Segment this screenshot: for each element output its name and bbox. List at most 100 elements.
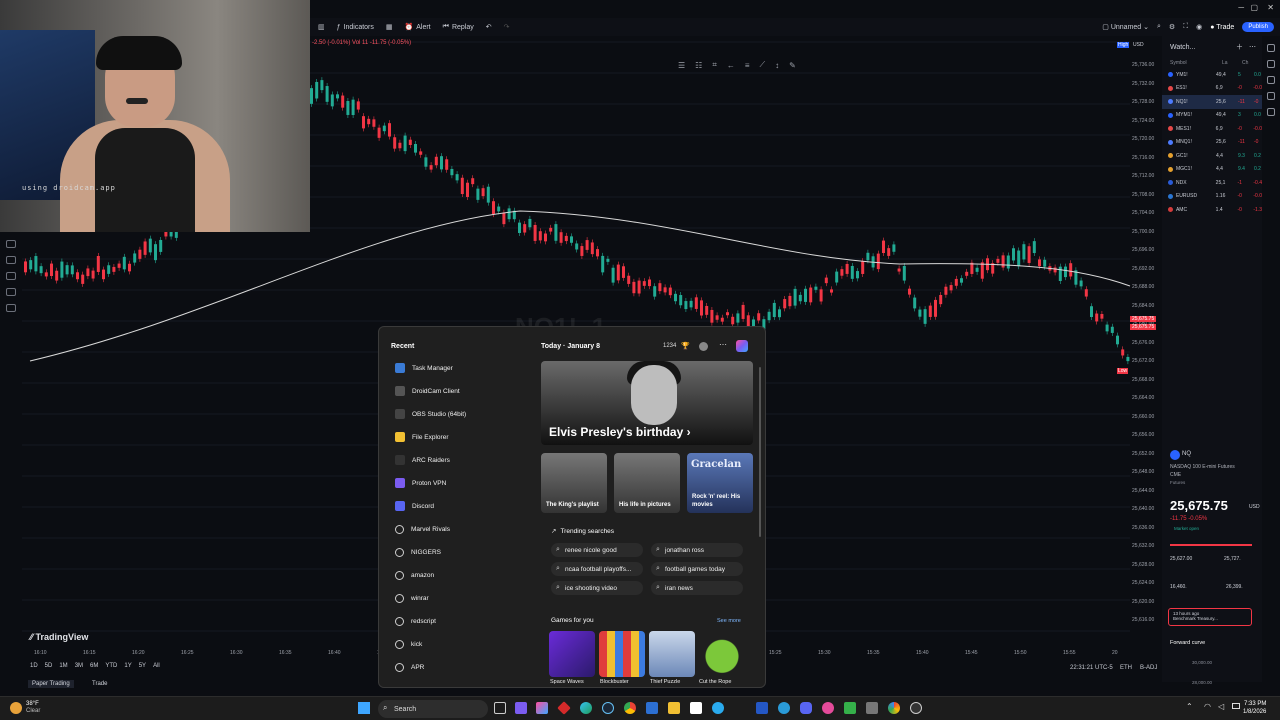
trending-pill-1[interactable]: renee nicole good xyxy=(551,543,643,557)
recent-item[interactable]: DroidCam Client xyxy=(395,384,460,398)
timestamp[interactable]: 22:31:21 UTC-5 xyxy=(1070,665,1113,671)
trending-pill-4[interactable]: football games today xyxy=(651,562,743,576)
weather-icon[interactable] xyxy=(10,702,22,714)
timeframe-button[interactable]: 6M xyxy=(90,663,98,669)
recent-item[interactable]: kick xyxy=(395,637,422,651)
tray-chevron-icon[interactable]: ⌃ xyxy=(1186,702,1193,711)
arrow-left-icon[interactable]: ← xyxy=(727,61,735,70)
game-tile-cut-the-rope[interactable] xyxy=(699,631,745,677)
tradingview-taskbar-icon[interactable] xyxy=(690,702,702,714)
watchlist-row[interactable]: GC1! 4,4 9.3 0.2 xyxy=(1162,149,1262,163)
trophy-icon[interactable]: 🏆 xyxy=(681,342,690,350)
game-tile-blockbuster[interactable] xyxy=(599,631,645,677)
minimize-icon[interactable]: ─ xyxy=(1238,3,1244,12)
lock-icon[interactable] xyxy=(6,272,16,280)
app-gray-icon[interactable] xyxy=(866,702,878,714)
redo-icon[interactable]: ↷ xyxy=(504,23,510,31)
timeframe-button[interactable]: 5D xyxy=(45,663,53,669)
maximize-icon[interactable]: ▢ xyxy=(1250,3,1258,12)
hero-card[interactable]: Elvis Presley's birthday › xyxy=(541,361,753,445)
app-multi-icon[interactable] xyxy=(888,702,900,714)
trending-pill-3[interactable]: ncaa football playoffs... xyxy=(551,562,643,576)
weather-widget[interactable]: 38°F Clear xyxy=(26,701,40,715)
edge-2-icon[interactable] xyxy=(778,702,790,714)
taskbar-search-input[interactable]: ⌕ Search xyxy=(378,700,488,718)
trending-pill-6[interactable]: iran news xyxy=(651,581,743,595)
timeframe-button[interactable]: 1Y xyxy=(124,663,131,669)
session-toggle[interactable]: ETH xyxy=(1120,665,1132,671)
game-tile-thief-puzzle[interactable] xyxy=(649,631,695,677)
watchlist-row[interactable]: MYM1! 49,4 3 0.0 xyxy=(1162,109,1262,123)
recent-item[interactable]: Discord xyxy=(395,499,434,513)
recent-item[interactable]: OBS Studio (64bit) xyxy=(395,407,466,421)
recent-item[interactable]: redscript xyxy=(395,614,436,628)
edge-icon[interactable] xyxy=(580,702,592,714)
col-symbol[interactable]: Symbol xyxy=(1170,60,1222,66)
cursor-icon[interactable]: ↕ xyxy=(775,61,779,70)
col-last[interactable]: La xyxy=(1222,60,1242,66)
more-options-icon[interactable]: ⋯ xyxy=(719,340,727,349)
thumb-card-3[interactable]: Gracelan Rock 'n' reel: His movies xyxy=(687,453,753,513)
recent-item[interactable]: File Explorer xyxy=(395,430,448,444)
discord-taskbar-icon[interactable] xyxy=(800,702,812,714)
add-symbol-icon[interactable]: ＋ xyxy=(1236,42,1243,52)
alert-button[interactable]: ⏰ Alert xyxy=(405,23,431,32)
watchlist-row[interactable]: YM1! 49,4 5 0.0 xyxy=(1162,68,1262,82)
watchlist-row[interactable]: ES1! 6,9 -0 -0.0 xyxy=(1162,82,1262,96)
thumb-card-1[interactable]: The King's playlist xyxy=(541,453,607,513)
app-pink-icon[interactable] xyxy=(822,702,834,714)
chrome-icon[interactable] xyxy=(624,702,636,714)
trending-pill-5[interactable]: ice shooting video xyxy=(551,581,643,595)
more-icon[interactable]: ⋯ xyxy=(1249,43,1256,51)
frame-icon[interactable]: ⌗ xyxy=(712,60,717,70)
close-icon[interactable]: ✕ xyxy=(1267,3,1274,12)
watchlist-row[interactable]: MNQ1! 25,6 -11 -0 xyxy=(1162,136,1262,150)
col-change[interactable]: Ch xyxy=(1242,60,1248,66)
templates-icon[interactable]: ▦ xyxy=(386,23,393,31)
copilot-icon[interactable] xyxy=(736,340,748,352)
calendar-icon[interactable] xyxy=(1267,76,1275,84)
rewards-counter[interactable]: 1234 xyxy=(663,343,676,349)
telegram-icon[interactable] xyxy=(712,702,724,714)
layers-icon[interactable]: ☷ xyxy=(695,61,702,70)
drawing-tools-sidebar[interactable] xyxy=(0,232,22,672)
timeframe-button[interactable]: All xyxy=(153,663,160,669)
obs-taskbar-icon[interactable] xyxy=(910,702,922,714)
timeframe-button[interactable]: 1M xyxy=(59,663,67,669)
indicators-button[interactable]: ƒ Indicators xyxy=(337,24,374,31)
copilot-taskbar-icon[interactable] xyxy=(536,702,548,714)
recent-item[interactable]: NIGGERS xyxy=(395,545,441,559)
recent-item[interactable]: APR xyxy=(395,660,424,674)
watchlist-row[interactable]: NQ1! 25,6 -11 -0 xyxy=(1162,95,1262,109)
axis-currency[interactable]: USD xyxy=(1133,42,1144,48)
detail-symbol-badge[interactable] xyxy=(1170,450,1180,460)
see-more-link[interactable]: See more xyxy=(717,618,741,624)
layout-button[interactable]: ▢ Unnamed ⌄ xyxy=(1102,23,1149,31)
settings-icon[interactable]: ⚙ xyxy=(1169,23,1175,31)
news-card[interactable]: 13 hours ago Benchmark Treasury... xyxy=(1168,608,1252,626)
timeframe-button[interactable]: 3M xyxy=(75,663,83,669)
trending-pill-2[interactable]: jonathan ross xyxy=(651,543,743,557)
timeframe-button[interactable]: YTD xyxy=(105,663,117,669)
trash-icon[interactable] xyxy=(6,304,16,312)
store-icon[interactable] xyxy=(646,702,658,714)
paper-trading-tab[interactable]: Paper Trading xyxy=(28,680,74,688)
recent-item[interactable]: amazon xyxy=(395,568,434,582)
trade-button[interactable]: ● Trade xyxy=(1210,24,1234,31)
recent-item[interactable]: Proton VPN xyxy=(395,476,446,490)
watchlist-row[interactable]: NDX 25,1 -1 -0.4 xyxy=(1162,176,1262,190)
watchlist-icon[interactable] xyxy=(1267,44,1275,52)
align-icon[interactable]: ☰ xyxy=(678,61,685,70)
adjustment-toggle[interactable]: B-ADJ xyxy=(1140,665,1157,671)
wifi-icon[interactable]: ◠ xyxy=(1204,702,1211,711)
steam-icon[interactable] xyxy=(602,702,614,714)
app-blue-icon[interactable] xyxy=(756,702,768,714)
start-button[interactable] xyxy=(358,702,370,714)
app-green-icon[interactable] xyxy=(844,702,856,714)
app-red-icon[interactable] xyxy=(557,701,571,715)
watchlist-row[interactable]: MGC1! 4,4 9.4 0.2 xyxy=(1162,163,1262,177)
list-icon[interactable]: ≡ xyxy=(745,61,750,70)
zoom-icon[interactable] xyxy=(6,256,16,264)
trade-tab[interactable]: Trade xyxy=(92,681,107,687)
task-view-icon[interactable] xyxy=(494,702,506,714)
